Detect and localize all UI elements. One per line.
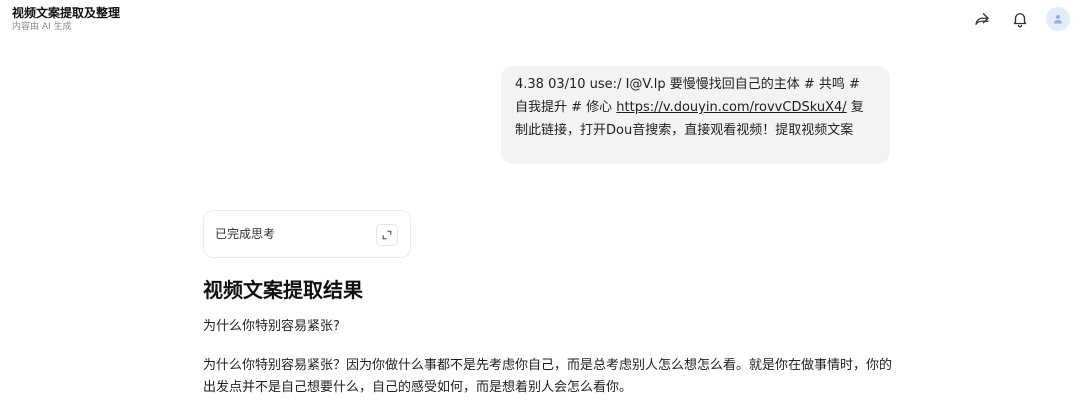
- chat-page: 视频文案提取及整理 内容由 AI 生成 4.38 03/10 use:/ I@V…: [0, 0, 1080, 416]
- thinking-status-card[interactable]: 已完成思考: [203, 210, 411, 258]
- douyin-link[interactable]: https://v.douyin.com/rovvCDSkuX4/: [616, 100, 846, 115]
- share-button[interactable]: [970, 7, 994, 31]
- thinking-status-label: 已完成思考: [215, 227, 276, 241]
- notification-button[interactable]: [1008, 7, 1032, 31]
- header-actions: [970, 7, 1070, 31]
- answer-paragraph: 为什么你特别容易紧张？因为你做什么事都不是先考虑你自己，而是总考虑别人怎么想怎么…: [203, 358, 893, 395]
- share-icon: [975, 13, 989, 25]
- ai-generated-note: 内容由 AI 生成: [12, 22, 72, 32]
- answer-heading: 视频文案提取结果: [203, 278, 363, 302]
- user-message-bubble: 4.38 03/10 use:/ I@V.lp 要慢慢找回自己的主体 # 共鸣 …: [501, 66, 890, 164]
- bell-icon: [1013, 13, 1027, 28]
- conversation-title: 视频文案提取及整理: [12, 6, 121, 20]
- answer-subtitle: 为什么你特别容易紧张?: [203, 319, 340, 334]
- expand-thinking-button[interactable]: [376, 224, 398, 246]
- user-avatar[interactable]: [1046, 7, 1070, 31]
- user-avatar-icon: [1054, 15, 1062, 24]
- expand-icon: [382, 230, 392, 240]
